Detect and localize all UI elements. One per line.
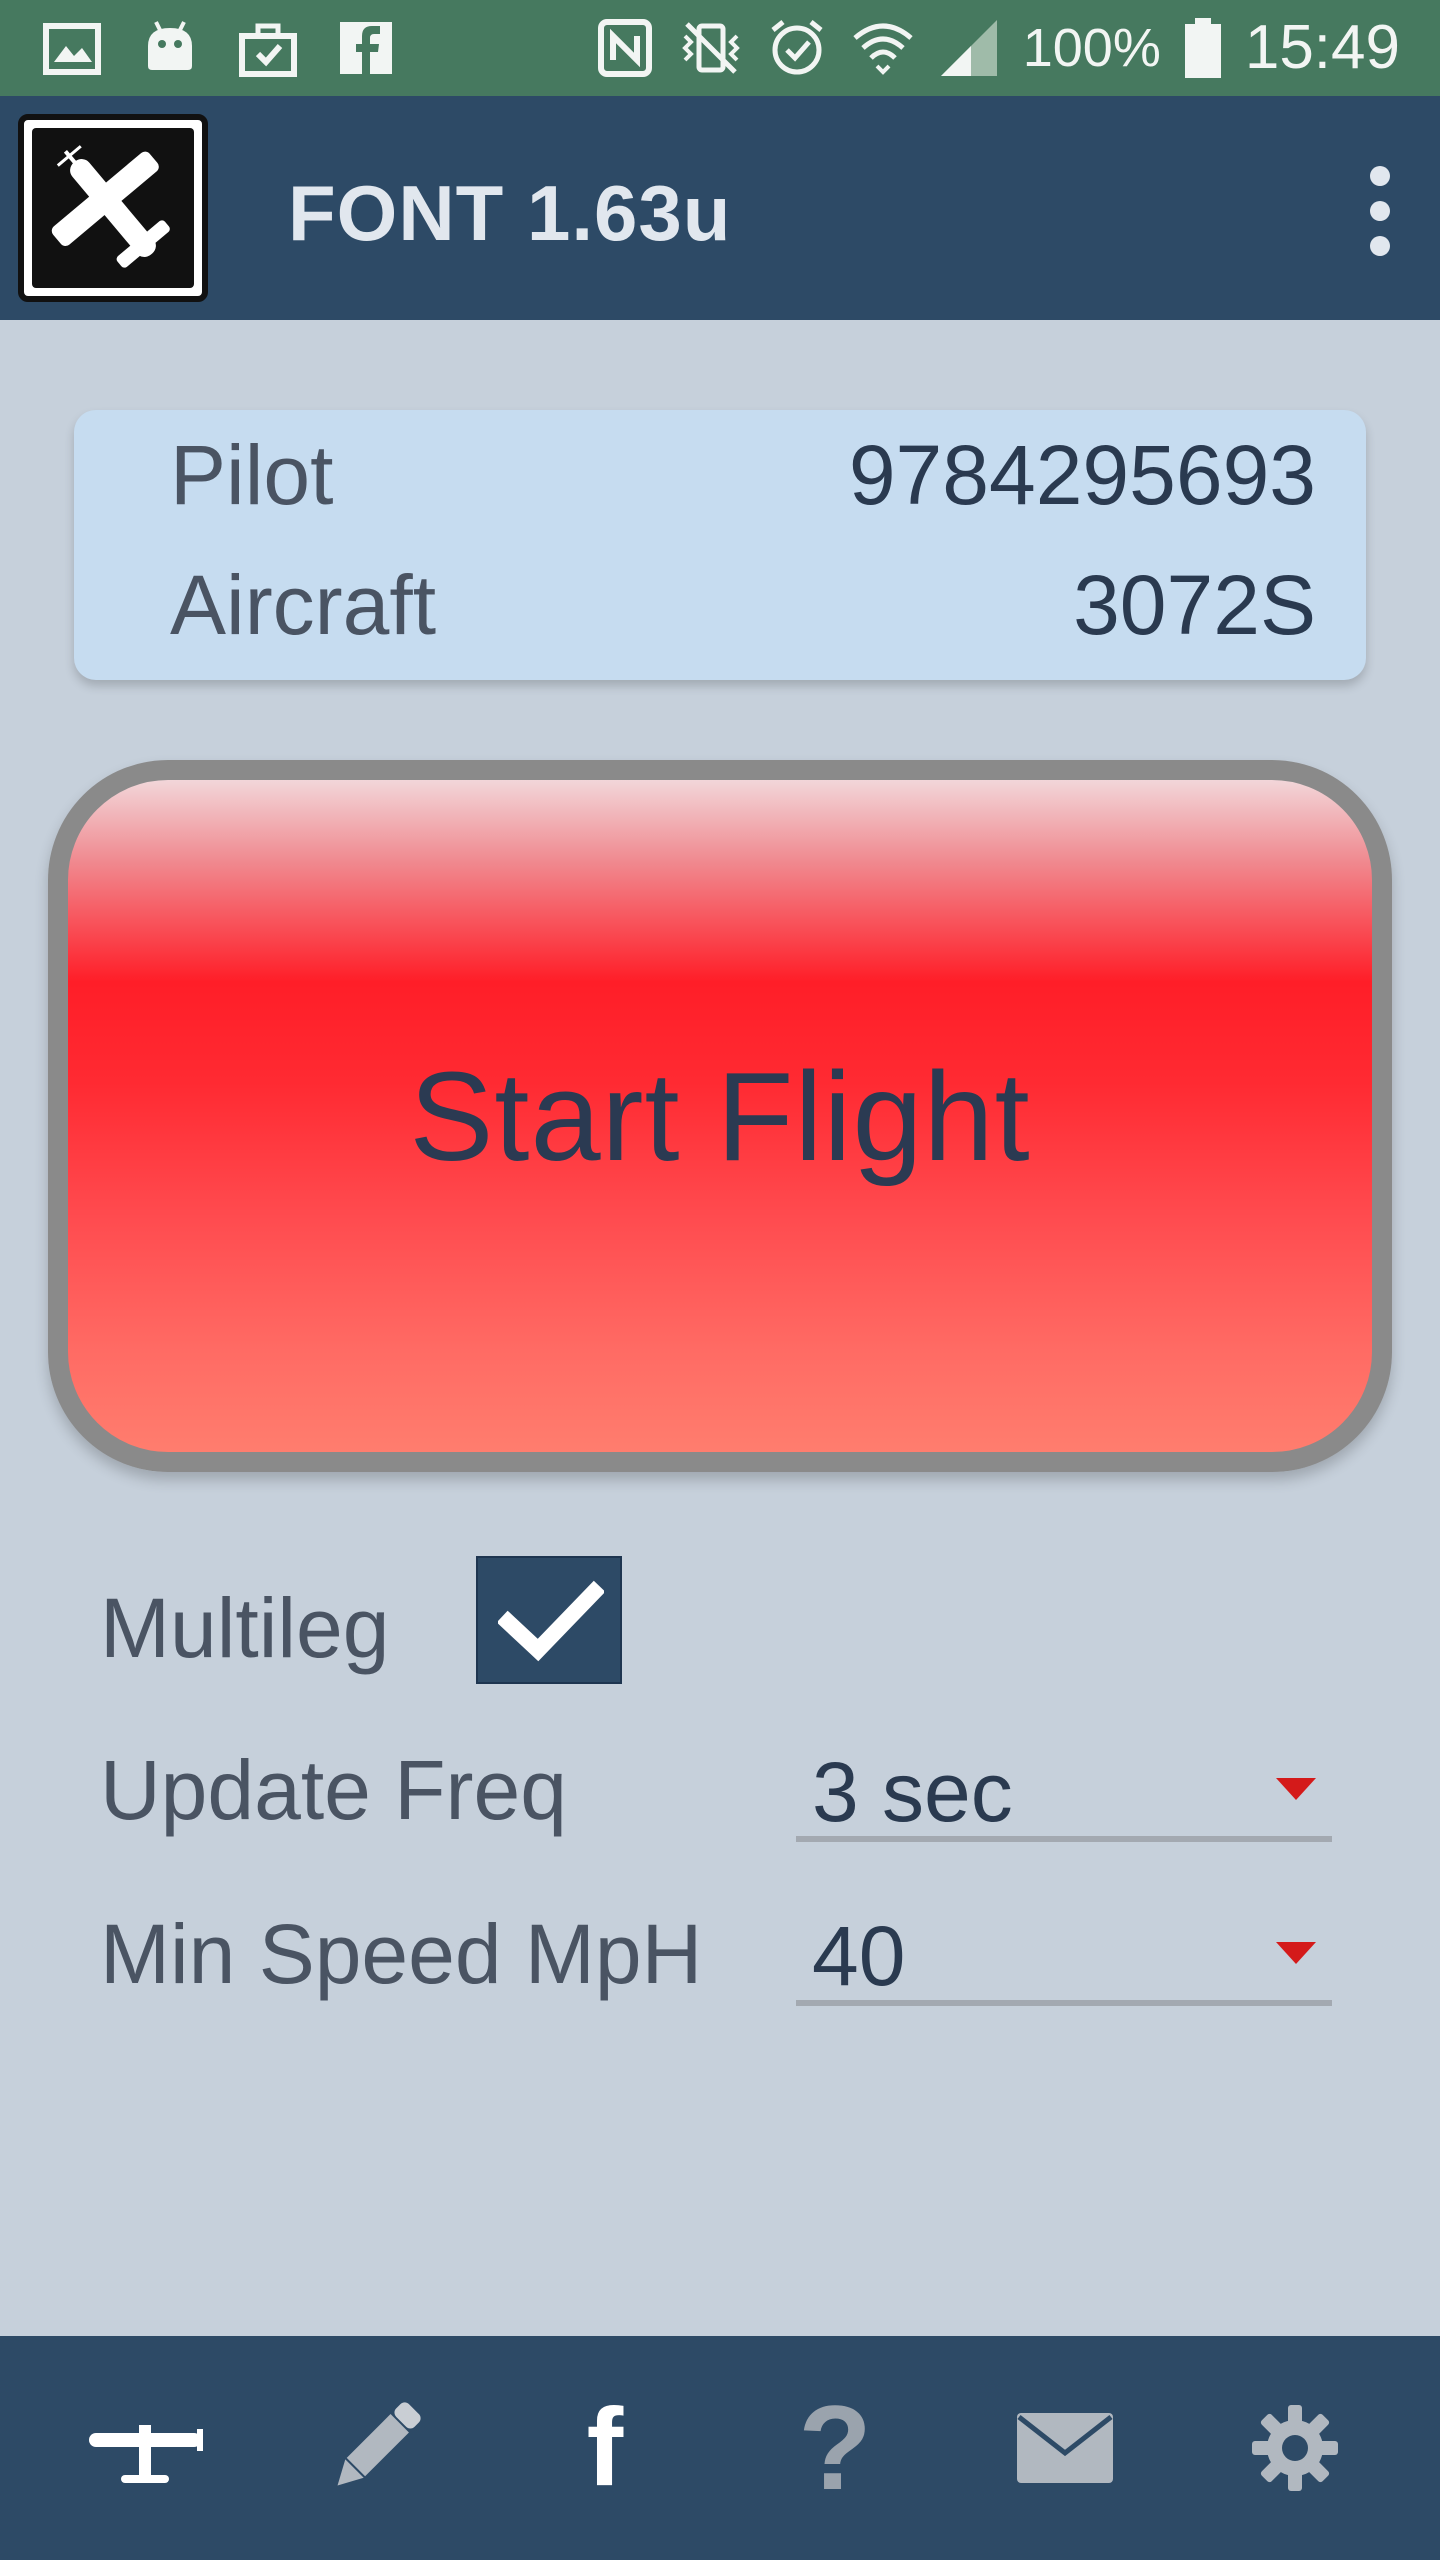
help-icon: ? bbox=[798, 2381, 872, 2515]
nfc-icon bbox=[597, 18, 652, 77]
pencil-icon bbox=[337, 2402, 421, 2486]
alarm-icon bbox=[771, 19, 823, 74]
min-speed-value: 40 bbox=[812, 1909, 906, 2003]
app-title: FONT 1.63u bbox=[288, 169, 732, 257]
wifi-icon bbox=[853, 23, 913, 75]
multileg-label: Multileg bbox=[100, 1581, 390, 1675]
nav-edit[interactable] bbox=[300, 2373, 450, 2523]
briefcase-icon bbox=[239, 23, 297, 77]
update-freq-dropdown[interactable]: 3 sec bbox=[796, 1738, 1332, 1842]
battery-icon bbox=[1184, 17, 1221, 78]
facebook-icon bbox=[340, 22, 392, 74]
facebook-icon: f bbox=[586, 2386, 624, 2509]
battery-percent: 100% bbox=[1022, 17, 1161, 78]
mail-icon bbox=[1017, 2413, 1113, 2483]
menu-dot bbox=[1370, 201, 1390, 221]
pilot-aircraft-card: Pilot 9784295693 Aircraft 3072S bbox=[74, 410, 1366, 680]
update-freq-value: 3 sec bbox=[812, 1745, 1013, 1839]
start-flight-label: Start Flight bbox=[409, 1045, 1031, 1187]
start-flight-button[interactable]: Start Flight bbox=[48, 760, 1392, 1472]
dropdown-arrow-icon bbox=[1276, 1942, 1316, 1964]
pilot-row: Pilot 9784295693 bbox=[170, 410, 1316, 540]
checkmark-icon bbox=[498, 1580, 604, 1662]
menu-dot bbox=[1370, 166, 1390, 186]
app-bar: FONT 1.63u bbox=[0, 96, 1440, 320]
bottom-nav: f ? bbox=[0, 2336, 1440, 2560]
app-logo-background bbox=[32, 128, 194, 288]
clock: 15:49 bbox=[1244, 13, 1400, 82]
nav-flight[interactable] bbox=[70, 2373, 220, 2523]
status-system-icons: 100% 15:49 bbox=[593, 12, 1400, 83]
aircraft-row: Aircraft 3072S bbox=[170, 540, 1316, 670]
aircraft-label: Aircraft bbox=[170, 557, 437, 652]
min-speed-dropdown[interactable]: 40 bbox=[796, 1902, 1332, 2006]
pilot-value: 9784295693 bbox=[848, 427, 1316, 522]
pilot-label: Pilot bbox=[170, 427, 334, 522]
gallery-icon bbox=[43, 23, 101, 75]
menu-dot bbox=[1370, 236, 1390, 256]
airplane-icon bbox=[89, 2425, 203, 2483]
signal-icon bbox=[940, 19, 997, 76]
android-icon bbox=[148, 21, 192, 70]
multileg-checkbox[interactable] bbox=[476, 1556, 622, 1684]
app-logo bbox=[18, 114, 208, 302]
dropdown-arrow-icon bbox=[1276, 1778, 1316, 1800]
update-freq-label: Update Freq bbox=[100, 1743, 567, 1837]
min-speed-label: Min Speed MpH bbox=[100, 1907, 703, 2001]
vibrate-icon bbox=[681, 21, 740, 74]
overflow-menu-icon[interactable] bbox=[1356, 166, 1404, 256]
settings-icon bbox=[1252, 2405, 1338, 2491]
airplane-icon bbox=[51, 145, 170, 268]
nav-mail[interactable] bbox=[990, 2373, 1140, 2523]
nav-help[interactable]: ? bbox=[760, 2373, 910, 2523]
aircraft-value: 3072S bbox=[1073, 557, 1316, 652]
status-notification-icons bbox=[40, 16, 398, 80]
nav-settings[interactable] bbox=[1220, 2373, 1370, 2523]
status-bar: 100% 15:49 bbox=[0, 0, 1440, 96]
nav-facebook[interactable]: f bbox=[530, 2373, 680, 2523]
